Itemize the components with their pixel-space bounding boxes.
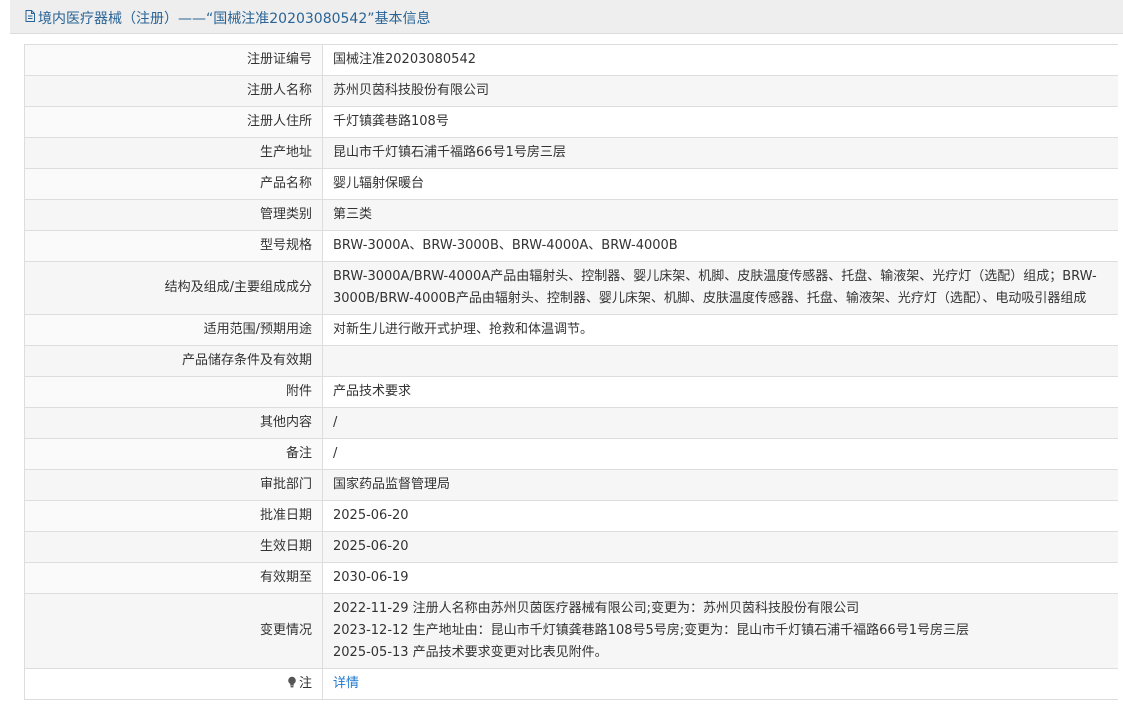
note-label-cell: 注	[24, 668, 323, 700]
row-value: /	[322, 407, 1118, 439]
note-value: 详情	[322, 668, 1118, 700]
table-row: 有效期至 2030-06-19	[24, 562, 1118, 594]
row-value: 产品技术要求	[322, 376, 1118, 408]
row-value: 昆山市千灯镇石浦千福路66号1号房三层	[322, 137, 1118, 169]
table-row: 备注 /	[24, 438, 1118, 470]
row-label: 批准日期	[24, 500, 323, 532]
table-row: 适用范围/预期用途 对新生儿进行敞开式护理、抢救和体温调节。	[24, 314, 1118, 346]
row-label: 生产地址	[24, 137, 323, 169]
row-label: 其他内容	[24, 407, 323, 439]
table-row: 结构及组成/主要组成成分 BRW-3000A/BRW-4000A产品由辐射头、控制…	[24, 261, 1118, 315]
row-label: 管理类别	[24, 199, 323, 231]
change-entry: 2022-11-29 注册人名称由苏州贝茵医疗器械有限公司;变更为：苏州贝茵科技…	[333, 601, 860, 616]
row-label: 注册证编号	[24, 44, 323, 76]
table-row: 产品储存条件及有效期	[24, 345, 1118, 377]
row-value: 对新生儿进行敞开式护理、抢救和体温调节。	[322, 314, 1118, 346]
note-row: 注 详情	[24, 668, 1118, 700]
details-link[interactable]: 详情	[333, 676, 359, 691]
table-row: 生产地址 昆山市千灯镇石浦千福路66号1号房三层	[24, 137, 1118, 169]
row-value: 2030-06-19	[322, 562, 1118, 594]
row-value: 第三类	[322, 199, 1118, 231]
row-value: BRW-3000A、BRW-3000B、BRW-4000A、BRW-4000B	[322, 230, 1118, 262]
row-value: /	[322, 438, 1118, 470]
row-value: 2025-06-20	[322, 531, 1118, 563]
lightbulb-icon	[288, 676, 296, 688]
row-label: 生效日期	[24, 531, 323, 563]
row-label: 结构及组成/主要组成成分	[24, 261, 323, 315]
row-label: 备注	[24, 438, 323, 470]
change-history-label: 变更情况	[24, 593, 323, 669]
table-row: 生效日期 2025-06-20	[24, 531, 1118, 563]
row-label: 审批部门	[24, 469, 323, 501]
document-icon	[25, 10, 35, 22]
row-label: 注册人住所	[24, 106, 323, 138]
row-value: 千灯镇龚巷路108号	[322, 106, 1118, 138]
row-value: 苏州贝茵科技股份有限公司	[322, 75, 1118, 107]
table-row: 附件 产品技术要求	[24, 376, 1118, 408]
detail-table-container: 注册证编号 国械注准20203080542 注册人名称 苏州贝茵科技股份有限公司 注…	[24, 44, 1118, 724]
table-row: 其他内容 /	[24, 407, 1118, 439]
table-row: 批准日期 2025-06-20	[24, 500, 1118, 532]
table-row: 型号规格 BRW-3000A、BRW-3000B、BRW-4000A、BRW-40…	[24, 230, 1118, 262]
detail-table: 注册证编号 国械注准20203080542 注册人名称 苏州贝茵科技股份有限公司 注…	[24, 44, 1118, 700]
table-row: 审批部门 国家药品监督管理局	[24, 469, 1118, 501]
row-label: 型号规格	[24, 230, 323, 262]
change-entry: 2023-12-12 生产地址由：昆山市千灯镇龚巷路108号5号房;变更为：昆山…	[333, 623, 969, 638]
row-label: 附件	[24, 376, 323, 408]
page-header: 境内医疗器械（注册）——“国械注准20203080542”基本信息	[10, 0, 1123, 34]
table-row: 注册证编号 国械注准20203080542	[24, 44, 1118, 76]
row-label: 适用范围/预期用途	[24, 314, 323, 346]
table-row: 产品名称 婴儿辐射保暖台	[24, 168, 1118, 200]
row-label: 产品储存条件及有效期	[24, 345, 323, 377]
row-value: 婴儿辐射保暖台	[322, 168, 1118, 200]
page-title: 境内医疗器械（注册）——“国械注准20203080542”基本信息	[38, 11, 431, 27]
table-row: 注册人住所 千灯镇龚巷路108号	[24, 106, 1118, 138]
row-label: 注册人名称	[24, 75, 323, 107]
table-row: 注册人名称 苏州贝茵科技股份有限公司	[24, 75, 1118, 107]
row-value: 国家药品监督管理局	[322, 469, 1118, 501]
row-label: 产品名称	[24, 168, 323, 200]
change-history-value: 2022-11-29 注册人名称由苏州贝茵医疗器械有限公司;变更为：苏州贝茵科技…	[322, 593, 1118, 669]
table-row: 管理类别 第三类	[24, 199, 1118, 231]
row-label: 有效期至	[24, 562, 323, 594]
change-entry: 2025-05-13 产品技术要求变更对比表见附件。	[333, 645, 608, 660]
change-history-row: 变更情况 2022-11-29 注册人名称由苏州贝茵医疗器械有限公司;变更为：苏…	[24, 593, 1118, 669]
row-value: 国械注准20203080542	[322, 44, 1118, 76]
row-value	[322, 345, 1118, 377]
row-value: 2025-06-20	[322, 500, 1118, 532]
note-label: 注	[298, 676, 312, 691]
row-value: BRW-3000A/BRW-4000A产品由辐射头、控制器、婴儿床架、机脚、皮肤…	[322, 261, 1118, 315]
